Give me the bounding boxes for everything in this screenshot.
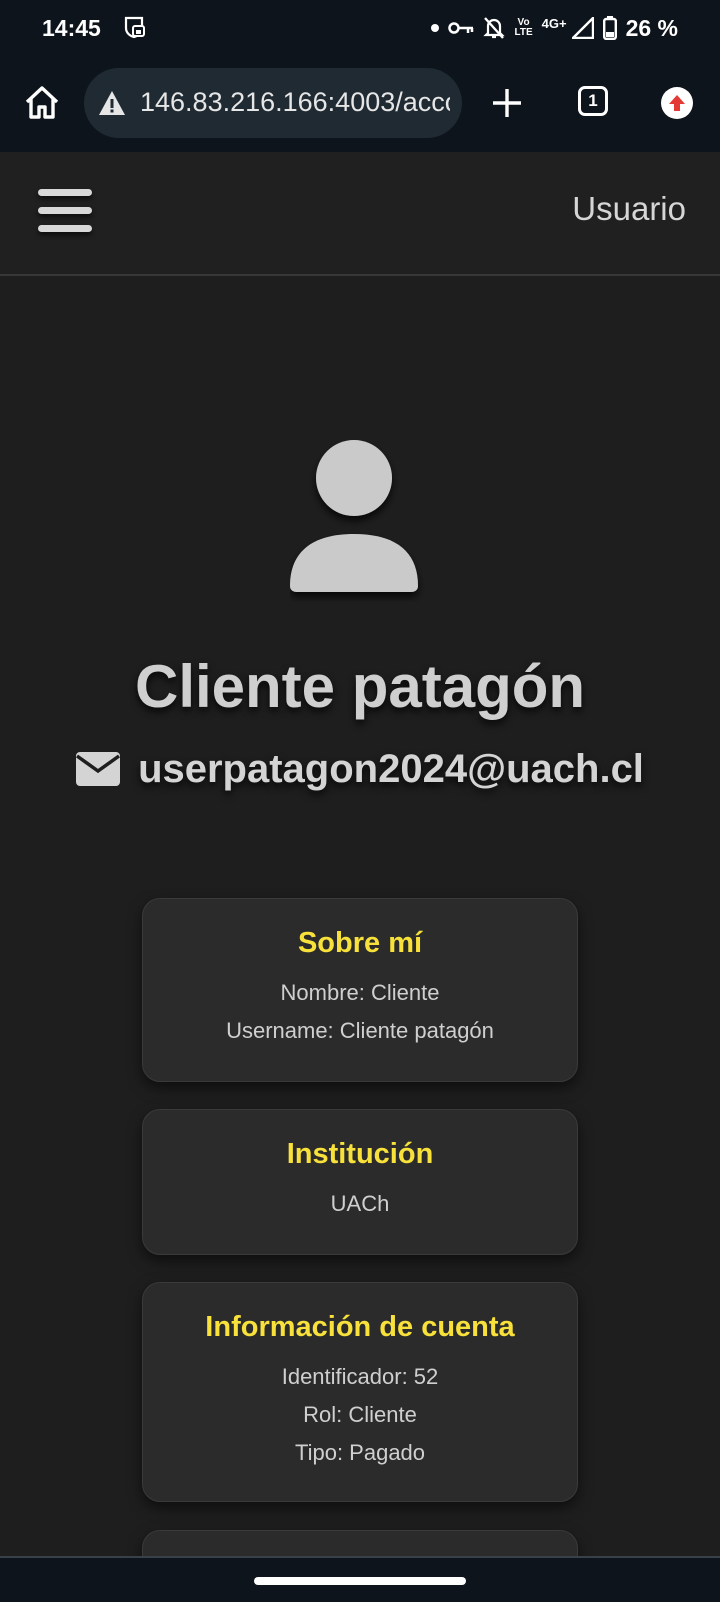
account-info-card: Información de cuenta Identificador: 52 …: [142, 1282, 578, 1502]
volte-icon: Vo LTE: [514, 17, 533, 38]
card-title: Sobre mí: [297, 927, 423, 959]
card-line: Nombre: Cliente: [280, 980, 440, 1005]
profile-name: Cliente patagón: [134, 653, 586, 720]
card-line: UACh: [330, 1191, 390, 1216]
card-line: Tipo: Pagado: [294, 1440, 426, 1465]
shield-icon: [124, 16, 145, 39]
card-line: Identificador: 52: [281, 1364, 439, 1389]
status-time: 14:45: [42, 15, 101, 41]
card-title: Información de cuenta: [205, 1311, 515, 1343]
warning-icon[interactable]: [98, 90, 126, 116]
url-text[interactable]: 146.83.216.166:4003/account: [140, 87, 450, 118]
home-icon[interactable]: [22, 83, 62, 123]
user-menu-link[interactable]: Usuario: [572, 190, 686, 228]
battery-percent: 26 %: [625, 14, 678, 41]
card-line: Rol: Cliente: [303, 1402, 417, 1427]
status-bar: 14:45 Vo LTE 4G+ 26 %: [0, 0, 720, 56]
gesture-handle[interactable]: [254, 1577, 466, 1585]
institution-card: Institución UACh: [142, 1109, 578, 1255]
card-line: Username: Cliente patagón: [226, 1018, 494, 1043]
page-header: Usuario: [0, 152, 720, 276]
navigation-bar: [0, 1556, 720, 1602]
notification-dot-icon: [431, 24, 440, 32]
plus-icon[interactable]: [490, 86, 524, 120]
hamburger-icon[interactable]: [38, 189, 92, 237]
network-type: 4G+: [541, 15, 567, 31]
notifications-off-icon: [483, 17, 506, 39]
profile-email: userpatagon2024@uach.cl: [0, 745, 720, 793]
email-text: userpatagon2024@uach.cl: [138, 746, 644, 791]
card-title: Institución: [286, 1138, 434, 1170]
update-icon[interactable]: [661, 87, 693, 119]
browser-toolbar: 146.83.216.166:4003/account 1: [0, 56, 720, 154]
signal-icon: [571, 17, 594, 39]
status-icons: Vo LTE 4G+ 26 %: [431, 12, 678, 44]
battery-icon: [602, 16, 617, 40]
envelope-icon: [76, 752, 121, 786]
about-card: Sobre mí Nombre: Cliente Username: Clien…: [142, 898, 578, 1082]
tabs-icon[interactable]: 1: [578, 86, 608, 116]
vpn-key-icon: [448, 22, 474, 34]
avatar-icon: [290, 440, 418, 592]
address-bar[interactable]: 146.83.216.166:4003/account: [84, 68, 462, 138]
